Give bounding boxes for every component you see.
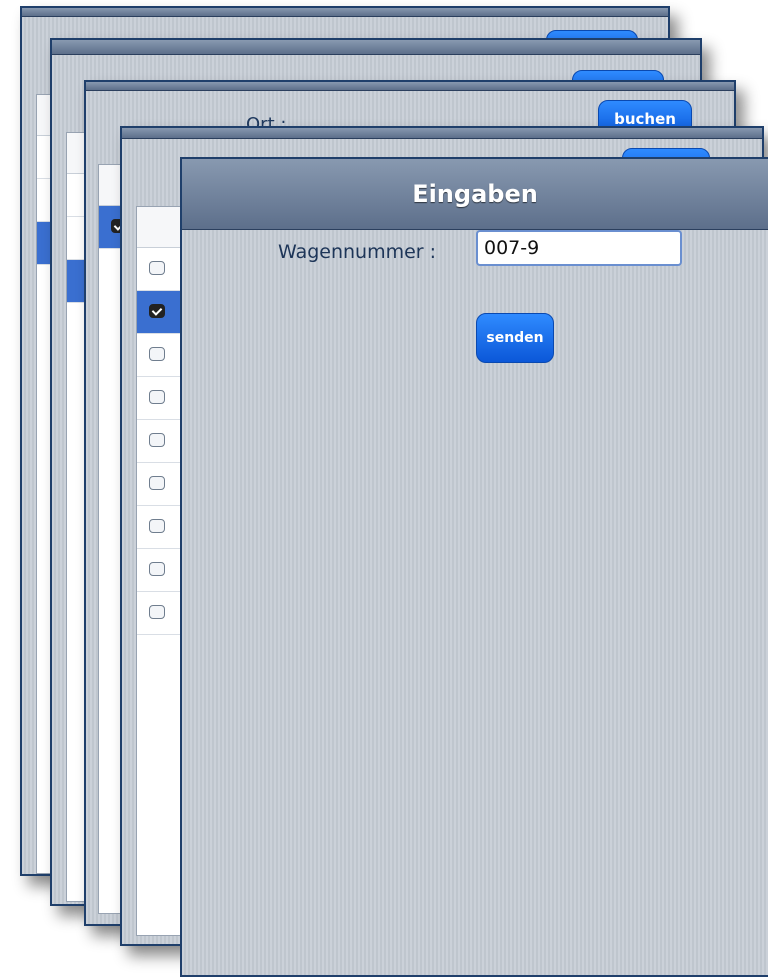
card-header (22, 8, 668, 17)
row-checkbox[interactable] (149, 476, 165, 490)
send-button[interactable]: senden (476, 313, 554, 363)
row-checkbox[interactable] (149, 261, 165, 275)
row-checkbox[interactable] (149, 433, 165, 447)
row-checkbox[interactable] (149, 562, 165, 576)
row-checkbox[interactable] (149, 304, 165, 318)
row-checkbox[interactable] (149, 390, 165, 404)
row-checkbox[interactable] (149, 605, 165, 619)
card-header (86, 82, 734, 91)
front-card: Eingaben Wagennummer : senden (180, 157, 768, 977)
wagennummer-input[interactable] (476, 230, 682, 266)
wagennummer-label: Wagennummer : (278, 241, 437, 263)
row-checkbox[interactable] (149, 347, 165, 361)
card-header (52, 40, 700, 55)
card-header (122, 128, 762, 139)
row-checkbox[interactable] (149, 519, 165, 533)
page-title: Eingaben (412, 180, 538, 208)
